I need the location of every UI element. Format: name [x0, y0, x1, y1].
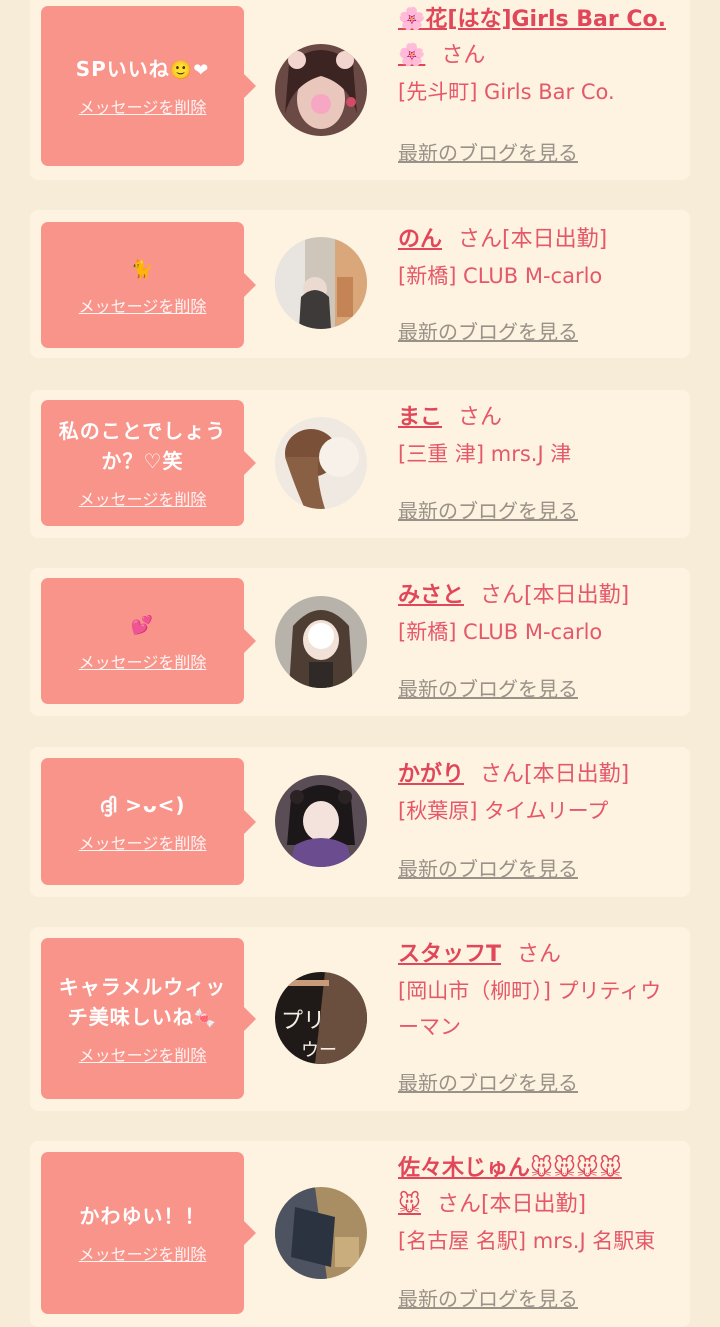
- cast-name-link[interactable]: まこ: [398, 405, 442, 430]
- delete-message-link[interactable]: メッセージを削除: [79, 830, 207, 854]
- delete-message-link[interactable]: メッセージを削除: [79, 94, 207, 118]
- message-card: 💕 メッセージを削除 みさと さん[本日出勤] [新橋] CLUB M-carlo…: [30, 568, 690, 716]
- cast-info: 🌸花[はな]Girls Bar Co. 🌸 さん [先斗町] Girls Bar …: [398, 2, 682, 110]
- cast-name-link-cont[interactable]: 🐭: [398, 1192, 421, 1217]
- cast-name-link-cont[interactable]: 🌸: [398, 43, 425, 68]
- honorific: さん[本日出勤]: [458, 227, 608, 252]
- message-bubble: かわゆい！！ メッセージを削除: [41, 1152, 256, 1314]
- cast-name-link[interactable]: みさと: [398, 583, 464, 608]
- message-bubble: ദ്ദി >ᴗ<) メッセージを削除: [41, 758, 256, 885]
- latest-blog-link[interactable]: 最新のブログを見る: [398, 137, 578, 166]
- latest-blog-link[interactable]: 最新のブログを見る: [398, 1283, 578, 1312]
- message-text: 私のことでしょうか？♡笑: [58, 419, 227, 473]
- honorific: さん[本日出勤]: [480, 583, 630, 608]
- delete-message-link[interactable]: メッセージを削除: [79, 1241, 207, 1265]
- cast-info: まこ さん [三重 津] mrs.J 津: [398, 400, 682, 472]
- honorific: さん[本日出勤]: [436, 1192, 587, 1217]
- cast-name-link[interactable]: かがり: [398, 762, 464, 787]
- latest-blog-link[interactable]: 最新のブログを見る: [398, 1067, 578, 1096]
- cast-info: みさと さん[本日出勤] [新橋] CLUB M-carlo: [398, 578, 682, 650]
- message-bubble: SPいいね🙂❤ メッセージを削除: [41, 6, 256, 166]
- delete-message-link[interactable]: メッセージを削除: [79, 293, 207, 317]
- store-name: [名古屋 名駅] mrs.J 名駅東: [398, 1229, 656, 1253]
- store-name: [岡山市（柳町）] プリティウーマン: [398, 979, 662, 1039]
- store-name: [先斗町] Girls Bar Co.: [398, 80, 615, 104]
- honorific: さん: [441, 43, 486, 68]
- message-text: 💕: [130, 615, 155, 636]
- message-bubble: 🐈 メッセージを削除: [41, 222, 256, 348]
- avatar[interactable]: プリ ウー: [275, 972, 367, 1064]
- delete-message-link[interactable]: メッセージを削除: [79, 1042, 207, 1066]
- honorific: さん: [458, 405, 503, 430]
- store-name: [秋葉原] タイムリープ: [398, 799, 609, 823]
- message-bubble: 私のことでしょうか？♡笑 メッセージを削除: [41, 400, 256, 526]
- message-text: SPいいね🙂❤: [75, 57, 210, 81]
- delete-message-link[interactable]: メッセージを削除: [79, 649, 207, 673]
- cast-info: のん さん[本日出勤] [新橋] CLUB M-carlo: [398, 222, 682, 294]
- store-name: [新橋] CLUB M-carlo: [398, 264, 603, 288]
- message-card: かわゆい！！ メッセージを削除 佐々木じゅん🐭🐭🐭🐭 🐭 さん[本日出勤] [名古…: [30, 1141, 690, 1327]
- message-bubble: 💕 メッセージを削除: [41, 578, 256, 704]
- delete-message-link[interactable]: メッセージを削除: [79, 486, 207, 510]
- svg-text:プリ: プリ: [281, 1009, 325, 1034]
- message-card: キャラメルウィッチ美味しいね🍬 メッセージを削除 プリ ウー スタッフT さん […: [30, 927, 690, 1111]
- latest-blog-link[interactable]: 最新のブログを見る: [398, 316, 578, 345]
- cast-name-link[interactable]: スタッフT: [398, 942, 501, 967]
- honorific: さん: [517, 942, 562, 967]
- message-bubble: キャラメルウィッチ美味しいね🍬 メッセージを削除: [41, 938, 256, 1099]
- avatar[interactable]: [275, 1187, 367, 1279]
- message-card: 私のことでしょうか？♡笑 メッセージを削除 まこ さん [三重 津] mrs.J …: [30, 390, 690, 538]
- cast-name-link[interactable]: 🌸花[はな]Girls Bar Co.: [398, 7, 666, 32]
- message-text: キャラメルウィッチ美味しいね🍬: [58, 974, 227, 1029]
- message-text: ദ്ദി >ᴗ<): [99, 792, 186, 817]
- latest-blog-link[interactable]: 最新のブログを見る: [398, 673, 578, 702]
- message-card: 🐈 メッセージを削除 のん さん[本日出勤] [新橋] CLUB M-carlo …: [30, 210, 690, 358]
- avatar[interactable]: [275, 775, 367, 867]
- favorite-messages-list: SPいいね🙂❤ メッセージを削除 🌸花[はな]Girls Bar Co. 🌸 さん…: [0, 0, 720, 1327]
- latest-blog-link[interactable]: 最新のブログを見る: [398, 853, 578, 882]
- message-text: 🐈: [130, 259, 155, 280]
- svg-text:ウー: ウー: [301, 1040, 337, 1061]
- avatar[interactable]: [275, 417, 367, 509]
- avatar[interactable]: [275, 237, 367, 329]
- store-name: [新橋] CLUB M-carlo: [398, 620, 603, 644]
- honorific: さん[本日出勤]: [480, 762, 630, 787]
- avatar[interactable]: [275, 44, 367, 136]
- avatar[interactable]: [275, 596, 367, 688]
- cast-name-link[interactable]: 佐々木じゅん🐭🐭🐭🐭: [398, 1156, 622, 1181]
- cast-info: スタッフT さん [岡山市（柳町）] プリティウーマン: [398, 937, 678, 1045]
- cast-info: 佐々木じゅん🐭🐭🐭🐭 🐭 さん[本日出勤] [名古屋 名駅] mrs.J 名駅東: [398, 1151, 682, 1259]
- message-card: SPいいね🙂❤ メッセージを削除 🌸花[はな]Girls Bar Co. 🌸 さん…: [30, 0, 690, 180]
- message-card: ദ്ദി >ᴗ<) メッセージを削除 かがり さん[本日出勤] [秋葉原] タイム…: [30, 747, 690, 897]
- latest-blog-link[interactable]: 最新のブログを見る: [398, 495, 578, 524]
- cast-info: かがり さん[本日出勤] [秋葉原] タイムリープ: [398, 757, 682, 829]
- cast-name-link[interactable]: のん: [398, 227, 442, 252]
- store-name: [三重 津] mrs.J 津: [398, 442, 572, 466]
- message-text: かわゆい！！: [79, 1204, 206, 1228]
